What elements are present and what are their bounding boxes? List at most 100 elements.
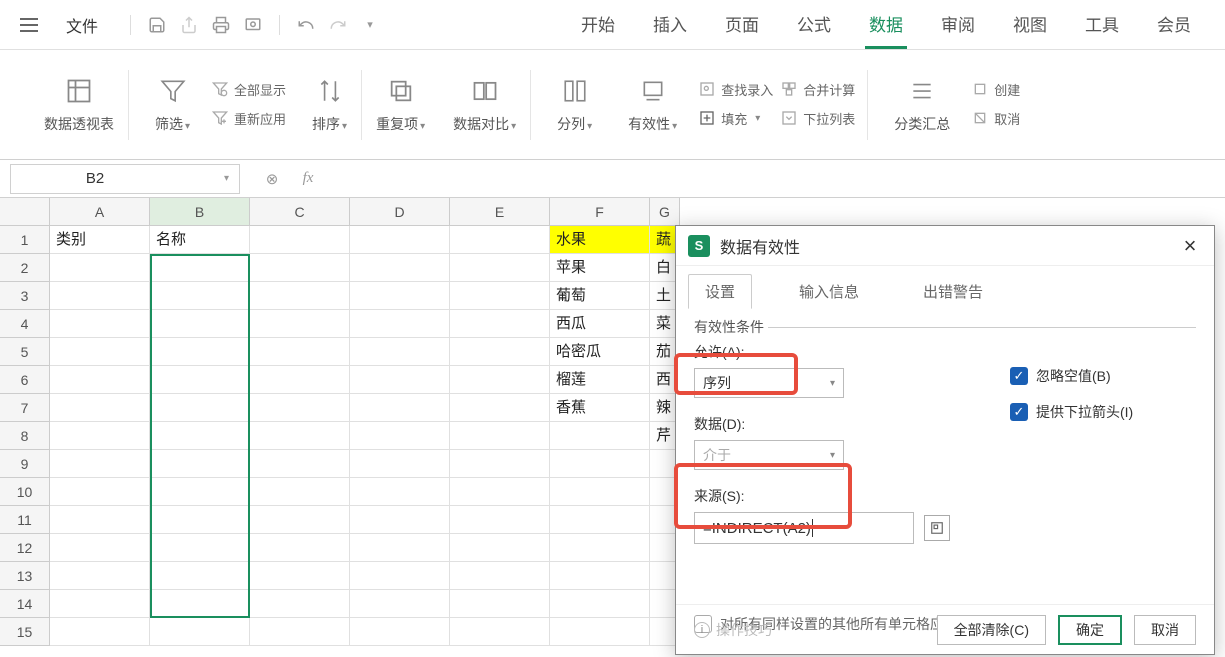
cell[interactable]: 水果 [550, 226, 650, 254]
cell[interactable] [150, 618, 250, 646]
find-entry-button[interactable]: 查找录入 [699, 80, 773, 99]
row-header[interactable]: 6 [0, 366, 50, 394]
validity-button[interactable]: 有效性 [614, 76, 691, 134]
consolidate-button[interactable]: 合并计算 [781, 80, 855, 99]
row-header[interactable]: 12 [0, 534, 50, 562]
fill-button[interactable]: 填充▾ [699, 109, 773, 128]
cell[interactable] [50, 506, 150, 534]
cell[interactable] [450, 226, 550, 254]
cell[interactable] [350, 226, 450, 254]
cell[interactable] [50, 338, 150, 366]
pivot-button[interactable]: 数据透视表 [30, 76, 128, 134]
col-header-A[interactable]: A [50, 198, 150, 226]
select-all-corner[interactable] [0, 198, 50, 226]
cell[interactable] [250, 422, 350, 450]
cell[interactable] [550, 618, 650, 646]
cell[interactable] [50, 618, 150, 646]
cell[interactable] [550, 590, 650, 618]
col-header-D[interactable]: D [350, 198, 450, 226]
cell[interactable] [250, 366, 350, 394]
cell[interactable] [150, 282, 250, 310]
cell[interactable] [250, 254, 350, 282]
cell[interactable] [450, 562, 550, 590]
cell[interactable] [150, 394, 250, 422]
cell[interactable] [150, 450, 250, 478]
cell[interactable]: 香蕉 [550, 394, 650, 422]
cell[interactable] [550, 478, 650, 506]
reapply-button[interactable]: 重新应用 [212, 109, 286, 128]
row-header[interactable]: 13 [0, 562, 50, 590]
tab-insert[interactable]: 插入 [649, 1, 691, 49]
tab-member[interactable]: 会员 [1153, 1, 1195, 49]
close-icon[interactable]: × [1178, 234, 1202, 258]
fx-icon[interactable]: fx [296, 167, 320, 191]
tab-formula[interactable]: 公式 [793, 1, 835, 49]
cell[interactable] [550, 534, 650, 562]
cell[interactable] [50, 478, 150, 506]
print-icon[interactable] [207, 11, 235, 39]
save-icon[interactable] [143, 11, 171, 39]
create-group-button[interactable]: 创建 [972, 80, 1020, 99]
dropdown-list-button[interactable]: 下拉列表 [781, 109, 855, 128]
dialog-titlebar[interactable]: S 数据有效性 × [676, 226, 1214, 266]
cell[interactable] [350, 450, 450, 478]
cell[interactable] [350, 310, 450, 338]
ignore-blank-checkbox[interactable]: ✓ 忽略空值(B) [1010, 366, 1133, 386]
cell[interactable]: 苹果 [550, 254, 650, 282]
cell[interactable] [350, 282, 450, 310]
cell[interactable] [450, 338, 550, 366]
cell[interactable] [250, 618, 350, 646]
tab-start[interactable]: 开始 [577, 1, 619, 49]
cell[interactable] [450, 590, 550, 618]
cell[interactable] [150, 562, 250, 590]
cell[interactable] [350, 478, 450, 506]
tab-settings[interactable]: 设置 [688, 274, 752, 309]
more-icon[interactable]: ▾ [356, 11, 384, 39]
cell[interactable] [450, 422, 550, 450]
print-preview-icon[interactable] [239, 11, 267, 39]
cell[interactable] [250, 534, 350, 562]
cell[interactable] [450, 394, 550, 422]
tab-data[interactable]: 数据 [865, 1, 907, 49]
tips-link[interactable]: i 操作技巧 [694, 620, 772, 640]
cell[interactable]: 西瓜 [550, 310, 650, 338]
cell[interactable] [250, 590, 350, 618]
cell[interactable] [450, 366, 550, 394]
cell[interactable] [150, 478, 250, 506]
cell[interactable] [450, 478, 550, 506]
cell[interactable] [350, 422, 450, 450]
duplicates-button[interactable]: 重复项 [362, 76, 439, 134]
cell[interactable] [150, 338, 250, 366]
allow-select[interactable]: 序列 ▾ [694, 368, 844, 398]
cell[interactable] [550, 506, 650, 534]
cell[interactable] [250, 562, 350, 590]
col-header-G[interactable]: G [650, 198, 680, 226]
subtotal-button[interactable]: 分类汇总 [880, 76, 964, 134]
cell[interactable] [50, 590, 150, 618]
cell[interactable] [250, 506, 350, 534]
row-header[interactable]: 7 [0, 394, 50, 422]
cell[interactable] [250, 394, 350, 422]
cell[interactable] [350, 506, 450, 534]
cancel-button[interactable]: 取消 [1134, 615, 1196, 645]
cell[interactable] [350, 562, 450, 590]
cell[interactable] [350, 534, 450, 562]
cell[interactable] [250, 338, 350, 366]
cell[interactable] [50, 562, 150, 590]
cell[interactable] [450, 618, 550, 646]
cell[interactable] [50, 366, 150, 394]
file-menu[interactable]: 文件 [56, 9, 108, 41]
row-header[interactable]: 10 [0, 478, 50, 506]
row-header[interactable]: 5 [0, 338, 50, 366]
cell[interactable] [50, 310, 150, 338]
cell[interactable]: 类别 [50, 226, 150, 254]
cell[interactable] [50, 534, 150, 562]
ungroup-button[interactable]: 取消 [972, 109, 1020, 128]
cell[interactable] [450, 254, 550, 282]
cell[interactable] [150, 366, 250, 394]
tab-input-message[interactable]: 输入信息 [782, 274, 876, 309]
name-box[interactable]: B2 ▾ [10, 164, 240, 194]
cell[interactable] [450, 310, 550, 338]
redo-icon[interactable] [324, 11, 352, 39]
cell[interactable] [350, 338, 450, 366]
